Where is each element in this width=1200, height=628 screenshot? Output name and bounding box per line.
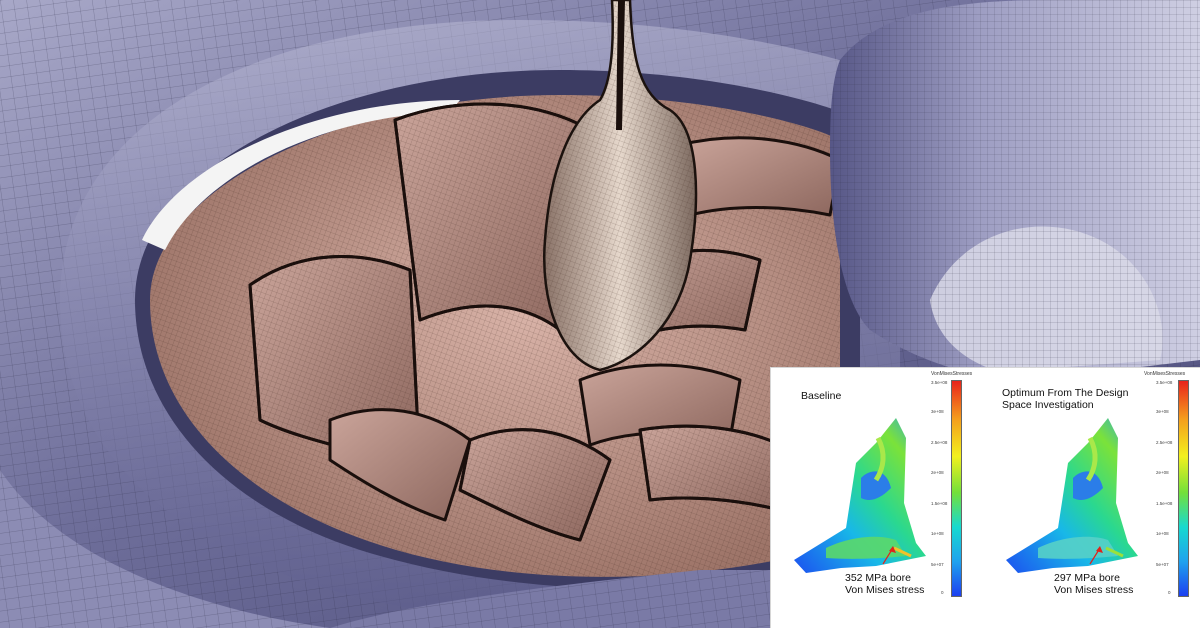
baseline-colorbar — [951, 380, 962, 597]
colorbar-tick: 2.5e+08 — [931, 440, 948, 445]
baseline-title: Baseline — [801, 390, 842, 402]
colorbar-tick: 3e+08 — [931, 409, 944, 414]
volute-pipe — [830, 0, 1200, 380]
optimum-caption-line1: 297 MPa bore — [1054, 572, 1120, 584]
optimum-panel: Optimum From The Design Space Investigat… — [986, 368, 1200, 628]
optimum-caption-line2: Von Mises stress — [1054, 584, 1134, 596]
colorbar-tick: 2.5e+08 — [1156, 440, 1173, 445]
baseline-bore-arrow — [882, 546, 896, 565]
optimum-colorbar — [1178, 380, 1189, 597]
colorbar-tick: 3e+08 — [1156, 409, 1169, 414]
baseline-panel: Baseline 352 MPa bore Von Mises stress V… — [771, 368, 986, 628]
turbo-render-image: Baseline 352 MPa bore Von Mises stress V… — [0, 0, 1200, 628]
optimum-stress-contour — [1006, 418, 1138, 573]
optimum-bore-arrow — [1089, 546, 1103, 565]
colorbar-tick: 1.5e+08 — [1156, 501, 1173, 506]
colorbar-tick: 2e+08 — [931, 470, 944, 475]
colorbar-tick: 1e+08 — [1156, 531, 1169, 536]
colorbar-tick: 3.5e+08 — [931, 380, 948, 385]
colorbar-tick: 0 — [1168, 590, 1171, 595]
colorbar-tick: 2e+08 — [1156, 470, 1169, 475]
stress-results-inset: Baseline 352 MPa bore Von Mises stress V… — [770, 367, 1200, 628]
colorbar-tick: 5e+07 — [1156, 562, 1169, 567]
colorbar-tick: 0 — [941, 590, 944, 595]
baseline-caption-line2: Von Mises stress — [845, 584, 925, 596]
baseline-caption: 352 MPa bore Von Mises stress — [845, 572, 924, 596]
colorbar-tick: 3.5e+08 — [1156, 380, 1173, 385]
optimum-colorbar-title: VonMisesStresses — [1144, 371, 1186, 377]
baseline-caption-line1: 352 MPa bore — [845, 572, 911, 584]
colorbar-tick: 1.5e+08 — [931, 501, 948, 506]
optimum-caption: 297 MPa bore Von Mises stress — [1054, 572, 1133, 596]
baseline-colorbar-title: VonMisesStresses — [931, 371, 973, 377]
baseline-stress-contour — [794, 418, 926, 573]
colorbar-tick: 1e+08 — [931, 531, 944, 536]
colorbar-tick: 5e+07 — [931, 562, 944, 567]
